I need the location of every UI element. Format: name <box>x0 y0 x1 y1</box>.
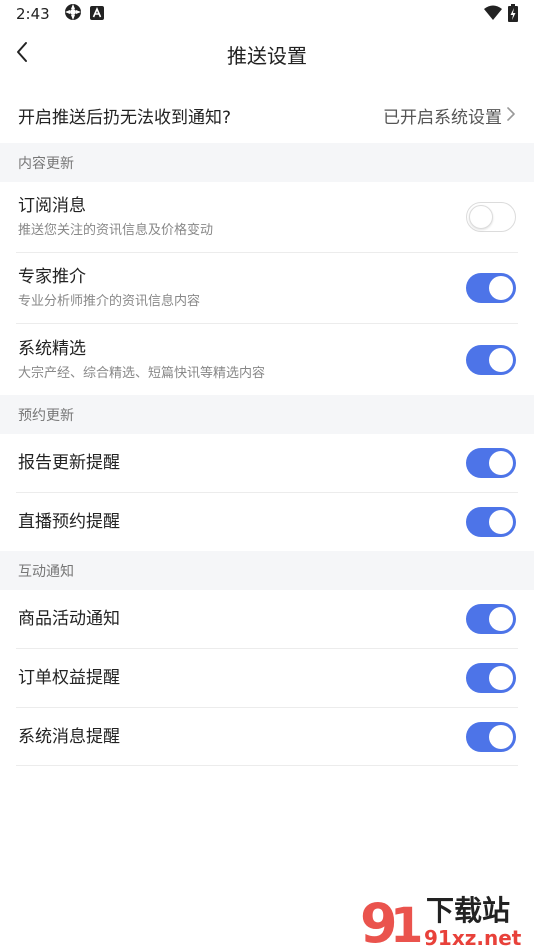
a-notification-icon <box>89 5 104 24</box>
toggle-report-update[interactable] <box>466 448 516 478</box>
settings-sync-icon <box>64 3 82 25</box>
toggle-system-picks[interactable] <box>466 344 516 375</box>
chevron-left-icon <box>15 41 29 67</box>
item-subtitle: 推送您关注的资讯信息及价格变动 <box>18 223 214 238</box>
item-subtitle: 专业分析师推介的资讯信息内容 <box>18 294 201 309</box>
toggle-live-reminder[interactable] <box>466 507 516 537</box>
item-subtitle: 大宗产经、综合精选、短篇快讯等精选内容 <box>18 365 266 381</box>
list-item-expert: 专家推介 专业分析师推介的资讯信息内容 <box>0 253 534 323</box>
section-header-reservation-updates: 预约更新 <box>0 395 534 434</box>
list-item-system-message: 系统消息提醒 <box>0 708 534 766</box>
item-title: 商品活动通知 <box>18 609 120 629</box>
list-item-subscription: 订阅消息 推送您关注的资讯信息及价格变动 <box>0 182 534 252</box>
svg-text:1: 1 <box>390 898 423 948</box>
item-title: 系统精选 <box>18 338 86 359</box>
list-item-system-picks: 系统精选 大宗产经、综合精选、短篇快讯等精选内容 <box>0 324 534 395</box>
battery-charging-icon <box>508 4 518 26</box>
item-title: 专家推介 <box>18 267 86 287</box>
item-title: 订阅消息 <box>18 196 86 216</box>
item-title: 报告更新提醒 <box>18 453 120 473</box>
toggle-expert[interactable] <box>466 273 516 303</box>
list-item-order-benefits: 订单权益提醒 <box>0 649 534 707</box>
wifi-icon <box>484 5 502 25</box>
section-header-interaction-notices: 互动通知 <box>0 551 534 590</box>
list-item-promo-notice: 商品活动通知 <box>0 590 534 648</box>
section-header-label: 互动通知 <box>18 563 74 580</box>
watermark-brand-url: 91xz.net <box>424 926 522 948</box>
item-title: 系统消息提醒 <box>18 727 120 747</box>
list-item-report-update: 报告更新提醒 <box>0 434 534 492</box>
toggle-promo-notice[interactable] <box>466 604 516 634</box>
watermark-logo: 9 1 下载站 91xz.net <box>360 890 532 950</box>
item-title: 订单权益提醒 <box>18 668 120 688</box>
toggle-order-benefits[interactable] <box>466 663 516 693</box>
section-header-label: 预约更新 <box>18 407 74 424</box>
nav-bar: 推送设置 <box>0 28 534 80</box>
item-title: 直播预约提醒 <box>18 512 120 532</box>
status-time: 2:43 <box>16 5 50 23</box>
system-settings-value: 已开启系统设置 <box>383 108 502 128</box>
toggle-system-message[interactable] <box>466 722 516 752</box>
divider <box>16 765 518 766</box>
section-header-label: 内容更新 <box>18 155 74 172</box>
system-settings-row[interactable]: 开启推送后扔无法收到通知? 已开启系统设置 <box>0 88 534 143</box>
section-header-content-updates: 内容更新 <box>0 143 534 182</box>
chevron-right-icon <box>506 106 516 126</box>
page-title: 推送设置 <box>227 43 307 68</box>
toggle-subscription[interactable] <box>466 202 516 232</box>
status-bar: 2:43 <box>0 0 534 28</box>
system-settings-label: 开启推送后扔无法收到通知? <box>18 108 232 128</box>
watermark-brand-cn: 下载站 <box>426 894 510 927</box>
back-button[interactable] <box>6 38 38 70</box>
list-item-live-reminder: 直播预约提醒 <box>0 493 534 551</box>
